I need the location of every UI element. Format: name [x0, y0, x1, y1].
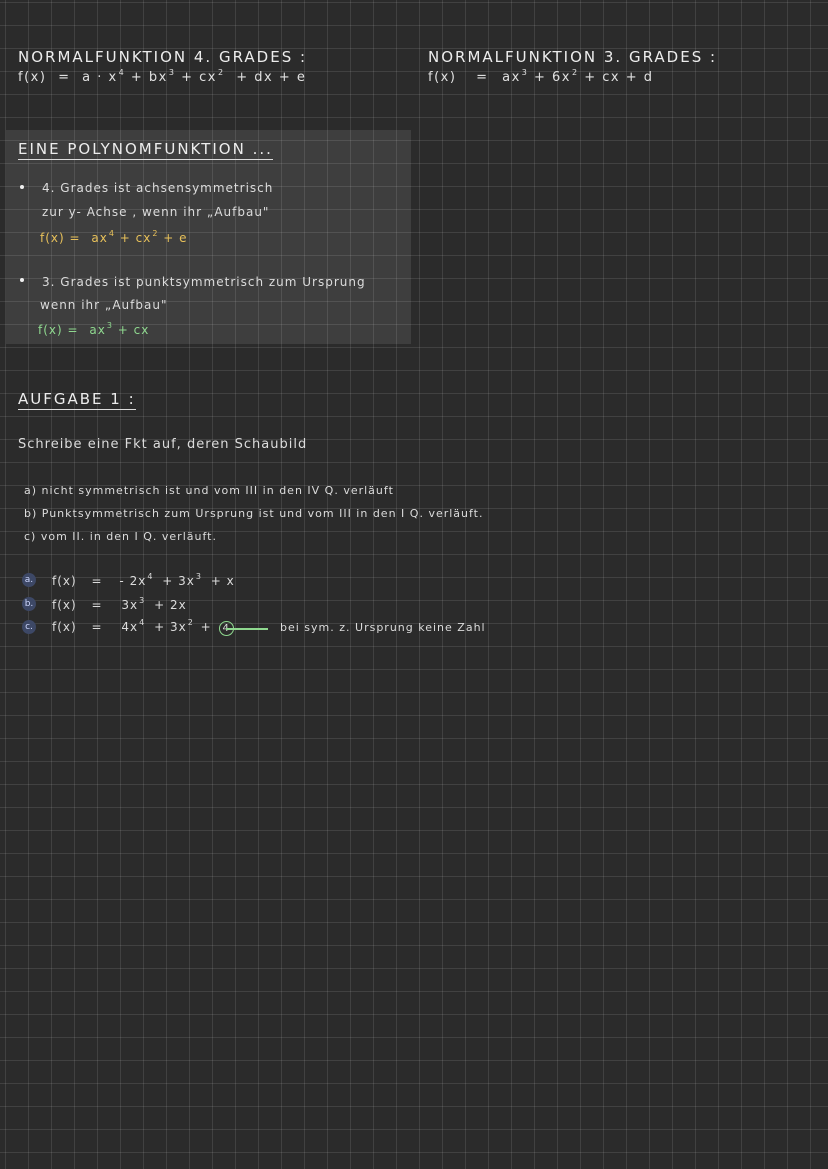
formula-term: a · x: [82, 70, 118, 85]
formula-exp: 2: [572, 68, 579, 77]
formula-term: + 3x: [162, 574, 195, 588]
normal4-formula: f(x) = a · x4 + bx3 + cx2 + dx + e: [18, 68, 306, 85]
formula-exp: 4: [118, 68, 126, 77]
formula-exp: 4: [139, 618, 146, 627]
answer-c: f(x) = 4x4 + 3x2 + 4: [52, 618, 234, 636]
formula-term: ax: [502, 70, 521, 85]
formula-lhs: f(x) =: [40, 231, 81, 245]
formula-term: ax: [91, 231, 108, 245]
task-a: a) nicht symmetrisch ist und vom III in …: [24, 484, 394, 497]
polynom-item1-line2: zur y- Achse , wenn ihr „Aufbau": [42, 205, 270, 219]
task-b: b) Punktsymmetrisch zum Ursprung ist und…: [24, 507, 484, 520]
formula-exp: 3: [521, 68, 529, 77]
formula-term: + 6x: [534, 70, 572, 85]
answer-label-b: b.: [22, 597, 36, 611]
formula-lhs: f(x) =: [38, 323, 79, 337]
polynom-item2-line1: 3. Grades ist punktsymmetrisch zum Urspr…: [42, 275, 366, 289]
formula-exp: 2: [218, 68, 225, 77]
formula-term: + cx: [119, 231, 152, 245]
formula-exp: 3: [195, 572, 202, 581]
answer-a: f(x) = - 2x4 + 3x3 + x: [52, 572, 235, 588]
bullet-icon: [20, 185, 24, 189]
normal3-formula: f(x) = ax3 + 6x2 + cx + d: [428, 68, 654, 85]
normal4-title: NORMALFUNKTION 4. GRADES :: [18, 48, 308, 66]
formula-term: - 2x: [119, 574, 147, 588]
formula-lhs: f(x): [52, 574, 77, 588]
aufgabe-intro: Schreibe eine Fkt auf, deren Schaubild: [18, 437, 308, 452]
formula-exp: 3: [168, 68, 176, 77]
formula-exp: 2: [152, 229, 159, 238]
task-c: c) vom II. in den I Q. verläuft.: [24, 530, 217, 543]
formula-term: +: [200, 620, 212, 634]
formula-exp: 3: [139, 596, 146, 605]
formula-term: + bx: [130, 70, 168, 85]
pointer-line: [226, 628, 268, 630]
aufgabe-title: AUFGABE 1 :: [18, 390, 136, 410]
formula-lhs: f(x): [52, 598, 77, 612]
formula-term: + x: [210, 574, 235, 588]
polynom-item1-line1: 4. Grades ist achsensymmetrisch: [42, 181, 274, 195]
formula-term: + cx: [181, 70, 217, 85]
formula-exp: 4: [147, 572, 154, 581]
formula-term: + cx: [117, 323, 150, 337]
answer-note: bei sym. z. Ursprung keine Zahl: [280, 621, 486, 634]
formula-eq: =: [58, 70, 71, 85]
formula-term: + 2x: [154, 598, 187, 612]
formula-eq: =: [476, 70, 489, 85]
formula-exp: 3: [106, 321, 113, 330]
formula-exp: 4: [108, 229, 115, 238]
formula-exp: 2: [187, 618, 194, 627]
formula-term: + 3x: [154, 620, 187, 634]
formula-term: 4x: [121, 620, 139, 634]
formula-eq: =: [91, 574, 103, 588]
formula-term: + dx + e: [236, 70, 307, 85]
formula-term: + e: [163, 231, 188, 245]
polynom-item2-formula: f(x) = ax3 + cx: [38, 321, 149, 337]
formula-term: 3x: [121, 598, 139, 612]
normal3-title: NORMALFUNKTION 3. GRADES :: [428, 48, 718, 66]
answer-b: f(x) = 3x3 + 2x: [52, 596, 187, 612]
answer-label-c: c.: [22, 620, 36, 634]
formula-eq: =: [91, 598, 103, 612]
formula-term: ax: [89, 323, 106, 337]
polynom-item1-formula: f(x) = ax4 + cx2 + e: [40, 229, 188, 245]
formula-lhs: f(x): [428, 70, 457, 85]
polynom-title-text: EINE POLYNOMFUNKTION ...: [18, 140, 273, 160]
formula-eq: =: [91, 620, 103, 634]
bullet-icon: [20, 278, 24, 282]
answer-label-a: a.: [22, 573, 36, 587]
polynom-title: EINE POLYNOMFUNKTION ...: [18, 140, 273, 160]
formula-lhs: f(x): [52, 620, 77, 634]
formula-lhs: f(x): [18, 70, 47, 85]
aufgabe-title-text: AUFGABE 1 :: [18, 390, 136, 410]
polynom-item2-line2: wenn ihr „Aufbau": [40, 298, 168, 312]
formula-term: + cx + d: [584, 70, 654, 85]
